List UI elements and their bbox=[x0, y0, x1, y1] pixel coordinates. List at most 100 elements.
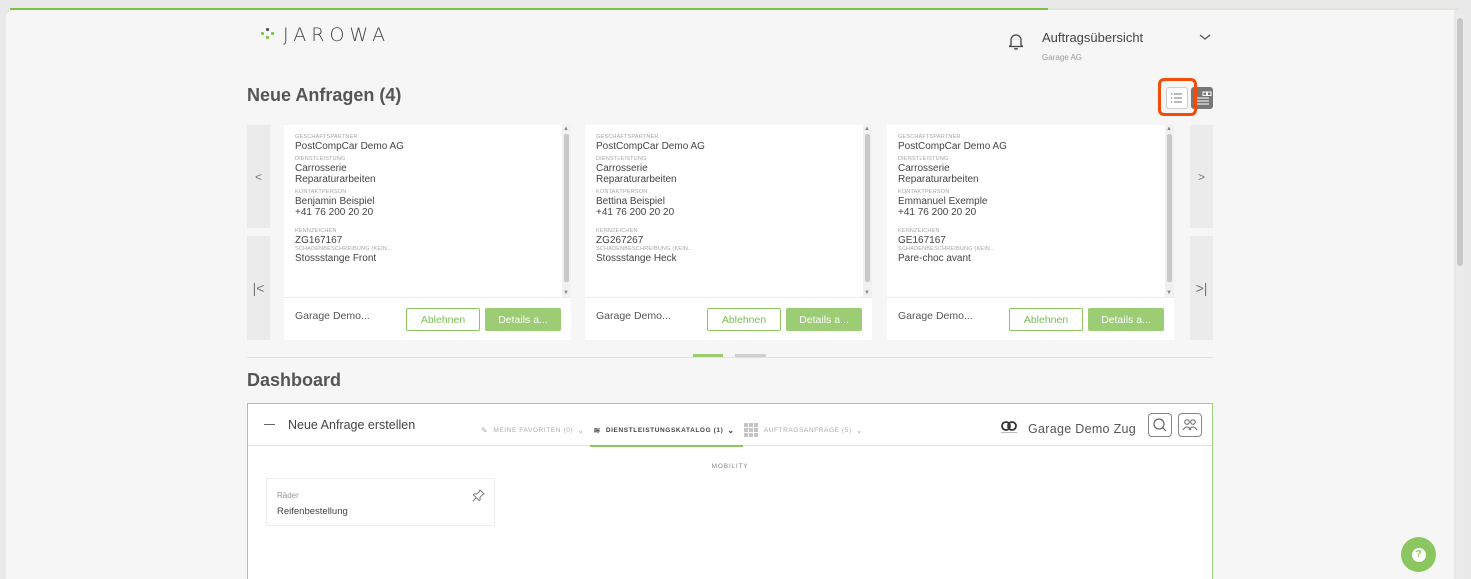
layers-icon: ≋ bbox=[593, 425, 601, 435]
damage-value: Stossstange Heck bbox=[596, 253, 677, 264]
partner-value: PostCompCar Demo AG bbox=[295, 141, 404, 152]
page-scrollbar[interactable] bbox=[1456, 14, 1464, 579]
card-body: GESCHÄFTSPARTNER PostCompCar Demo AG DIE… bbox=[585, 125, 872, 297]
service-item[interactable]: Räder Reifenbestellung bbox=[266, 478, 495, 526]
details-button[interactable]: Details a... bbox=[485, 308, 561, 331]
contact-label: KONTAKTPERSON bbox=[596, 189, 648, 195]
plate-label: KENNZEICHEN bbox=[596, 228, 638, 234]
card-scrollbar[interactable]: ▲ ▼ bbox=[1165, 125, 1174, 297]
partner-label: GESCHÄFTSPARTNER bbox=[898, 134, 961, 140]
bell-icon[interactable] bbox=[1006, 31, 1026, 51]
contact-label: KONTAKTPERSON bbox=[295, 189, 347, 195]
catalog-tabs: ✎ MEINE FAVORITEN (0) ⌄ ≋ DIENSTLEISTUNG… bbox=[481, 414, 872, 447]
carousel-last-label: >| bbox=[1195, 280, 1208, 296]
service-value-line2: Reparaturarbeiten bbox=[295, 174, 376, 185]
pin-icon: ✎ bbox=[481, 425, 489, 435]
service-label: DIENSTLEISTUNG bbox=[898, 156, 949, 162]
company-name[interactable]: Garage Demo Zug bbox=[1028, 422, 1136, 436]
service-label: DIENSTLEISTUNG bbox=[596, 156, 647, 162]
user-menu-subtitle: Garage AG bbox=[1042, 53, 1083, 62]
dashboard-title: Dashboard bbox=[247, 370, 342, 390]
damage-value: Stossstange Front bbox=[295, 253, 377, 264]
category-heading: MOBILITY bbox=[711, 463, 749, 470]
contact-name: Emmanuel Exemple bbox=[898, 196, 988, 207]
contact-label: KONTAKTPERSON bbox=[898, 189, 950, 195]
help-button[interactable]: ? bbox=[1401, 537, 1436, 572]
logo-text: JAROWA bbox=[283, 24, 391, 46]
service-value-line1: Carrosserie bbox=[898, 163, 950, 174]
partner-label: GESCHÄFTSPARTNER bbox=[596, 134, 659, 140]
partner-value: PostCompCar Demo AG bbox=[898, 141, 1007, 152]
contact-name: Bettina Beispiel bbox=[596, 196, 665, 207]
tab-service-catalog[interactable]: ≋ DIENSTLEISTUNGSKATALOG (1) ⌄ bbox=[589, 414, 743, 447]
carousel-first-button[interactable]: |< bbox=[247, 236, 270, 340]
highlight-box bbox=[1158, 78, 1197, 116]
partner-value: PostCompCar Demo AG bbox=[596, 141, 705, 152]
carousel-prev-label: < bbox=[254, 169, 262, 184]
requests-title: Neue Anfragen (4) bbox=[247, 85, 402, 105]
tab-label: AUFTRAGSANFRAGE (5) bbox=[763, 426, 852, 434]
chevron-down-icon: ⌄ bbox=[577, 425, 585, 435]
contact-phone: +41 76 200 20 20 bbox=[898, 207, 977, 218]
page-scrollbar-thumb[interactable] bbox=[1457, 18, 1463, 266]
card-body: GESCHÄFTSPARTNER PostCompCar Demo AG DIE… bbox=[887, 125, 1174, 297]
company-logo-icon bbox=[1001, 421, 1017, 433]
decline-button[interactable]: Ablehnen bbox=[707, 308, 781, 331]
logo-mark-icon bbox=[259, 28, 281, 46]
damage-label: SCHADENBESCHREIBUNG (KEIN... bbox=[295, 246, 393, 252]
card-footer: Garage Demo... Ablehnen Details a... bbox=[284, 297, 571, 340]
grid-icon bbox=[743, 423, 758, 437]
service-value-line1: Carrosserie bbox=[596, 163, 648, 174]
collapse-icon[interactable] bbox=[264, 424, 275, 425]
service-value-line2: Reparaturarbeiten bbox=[596, 174, 677, 185]
chevron-down-icon[interactable] bbox=[1198, 32, 1212, 42]
plate-value: ZG267267 bbox=[596, 235, 644, 246]
carousel-next-label: > bbox=[1197, 169, 1205, 184]
new-request-panel: Neue Anfrage erstellen ✎ MEINE FAVORITEN… bbox=[247, 403, 1213, 579]
card-footer: Garage Demo... Ablehnen Details a... bbox=[585, 297, 872, 340]
request-card[interactable]: GESCHÄFTSPARTNER PostCompCar Demo AG DIE… bbox=[284, 125, 571, 340]
partner-label: GESCHÄFTSPARTNER bbox=[295, 134, 358, 140]
plate-label: KENNZEICHEN bbox=[898, 228, 940, 234]
damage-label: SCHADENBESCHREIBUNG (KEIN... bbox=[898, 246, 996, 252]
request-card[interactable]: GESCHÄFTSPARTNER PostCompCar Demo AG DIE… bbox=[887, 125, 1174, 340]
request-card[interactable]: GESCHÄFTSPARTNER PostCompCar Demo AG DIE… bbox=[585, 125, 872, 340]
jarowa-logo[interactable]: JAROWA bbox=[259, 24, 390, 46]
carousel-next-button[interactable]: > bbox=[1190, 125, 1213, 228]
contact-phone: +41 76 200 20 20 bbox=[596, 207, 675, 218]
details-button[interactable]: Details a... bbox=[1088, 308, 1164, 331]
service-label: DIENSTLEISTUNG bbox=[295, 156, 346, 162]
decline-button[interactable]: Ablehnen bbox=[1009, 308, 1083, 331]
plate-label: KENNZEICHEN bbox=[295, 228, 337, 234]
panel-header: Neue Anfrage erstellen ✎ MEINE FAVORITEN… bbox=[248, 404, 1212, 447]
damage-value: Pare-choc avant bbox=[898, 253, 971, 264]
decline-button[interactable]: Ablehnen bbox=[406, 308, 480, 331]
contact-name: Benjamin Beispiel bbox=[295, 196, 375, 207]
garage-name: Garage Demo... bbox=[898, 310, 973, 322]
service-value-line2: Reparaturarbeiten bbox=[898, 174, 979, 185]
plate-value: GE167167 bbox=[898, 235, 946, 246]
service-category: Räder bbox=[277, 491, 299, 500]
chevron-down-icon: ⌄ bbox=[727, 425, 735, 435]
users-button[interactable] bbox=[1178, 413, 1202, 437]
question-icon: ? bbox=[1411, 547, 1426, 562]
card-footer: Garage Demo... Ablehnen Details a... bbox=[887, 297, 1174, 340]
tab-favorites[interactable]: ✎ MEINE FAVORITEN (0) ⌄ bbox=[481, 414, 585, 446]
user-menu-title[interactable]: Auftragsübersicht bbox=[1042, 30, 1143, 45]
users-icon bbox=[1182, 419, 1198, 431]
tab-label: DIENSTLEISTUNGSKATALOG (1) bbox=[605, 426, 724, 434]
garage-name: Garage Demo... bbox=[295, 310, 370, 322]
card-scrollbar[interactable]: ▲ ▼ bbox=[863, 125, 872, 297]
service-name: Reifenbestellung bbox=[277, 506, 348, 517]
carousel-last-button[interactable]: >| bbox=[1190, 236, 1213, 340]
service-value-line1: Carrosserie bbox=[295, 163, 347, 174]
pin-icon[interactable] bbox=[471, 488, 486, 503]
card-scrollbar[interactable]: ▲ ▼ bbox=[562, 125, 571, 297]
contact-phone: +41 76 200 20 20 bbox=[295, 207, 374, 218]
panel-title: Neue Anfrage erstellen bbox=[288, 418, 416, 432]
carousel-prev-button[interactable]: < bbox=[247, 125, 270, 228]
details-button[interactable]: Details a... bbox=[786, 308, 862, 331]
search-button[interactable] bbox=[1148, 413, 1172, 437]
tab-order-request[interactable]: AUFTRAGSANFRAGE (5) ⌄ bbox=[743, 414, 863, 446]
damage-label: SCHADENBESCHREIBUNG (KEIN... bbox=[596, 246, 694, 252]
